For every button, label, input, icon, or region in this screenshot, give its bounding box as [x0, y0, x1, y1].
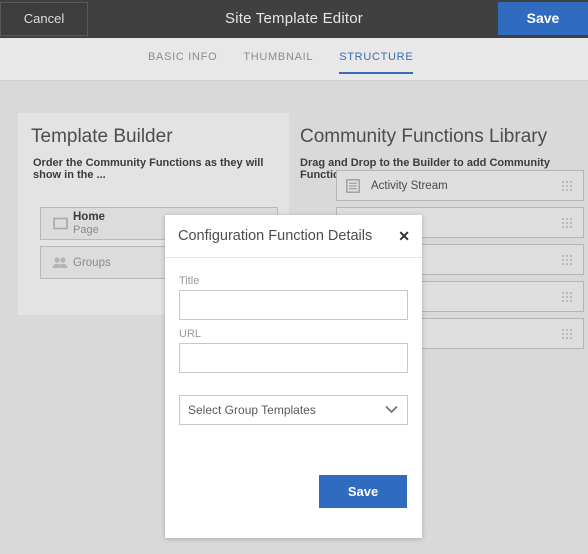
close-icon[interactable]: ✕ — [398, 229, 410, 243]
library-row-label: Activity Stream — [371, 179, 448, 192]
url-input[interactable] — [179, 343, 408, 373]
drag-handle-icon[interactable] — [562, 254, 574, 266]
tab-structure[interactable]: STRUCTURE — [339, 51, 414, 74]
tab-basic-info[interactable]: BASIC INFO — [148, 51, 217, 74]
builder-row-title: Home — [73, 210, 105, 223]
dialog-title: Configuration Function Details — [178, 228, 373, 244]
url-field-label: URL — [179, 328, 202, 340]
dialog-save-button[interactable]: Save — [319, 475, 407, 508]
drag-handle-icon[interactable] — [562, 217, 574, 229]
builder-row-text: Home Page — [73, 211, 105, 236]
drag-handle-icon[interactable] — [562, 180, 574, 192]
template-builder-title: Template Builder — [31, 126, 173, 147]
list-icon — [346, 178, 364, 193]
save-button[interactable]: Save — [498, 2, 588, 35]
library-row-activity-stream[interactable]: Activity Stream — [336, 170, 584, 201]
dialog-header: Configuration Function Details ✕ — [165, 215, 422, 258]
chevron-down-icon — [385, 401, 398, 419]
builder-row-label: Groups — [73, 256, 111, 269]
group-templates-select[interactable]: Select Group Templates — [179, 395, 408, 425]
tab-list: BASIC INFO THUMBNAIL STRUCTURE — [148, 51, 414, 74]
template-builder-subtitle: Order the Community Functions as they wi… — [33, 157, 264, 181]
library-title: Community Functions Library — [300, 126, 548, 147]
title-field-label: Title — [179, 275, 200, 287]
configuration-function-details-dialog: Configuration Function Details ✕ Title U… — [165, 215, 422, 538]
drag-handle-icon[interactable] — [562, 328, 574, 340]
drag-handle-icon[interactable] — [562, 291, 574, 303]
page-icon — [47, 217, 73, 230]
group-templates-select-label: Select Group Templates — [188, 403, 316, 417]
app-header: Cancel Site Template Editor Save — [0, 0, 588, 38]
builder-row-subtitle: Page — [73, 223, 99, 236]
title-input[interactable] — [179, 290, 408, 320]
tab-thumbnail[interactable]: THUMBNAIL — [243, 51, 313, 74]
tab-bar: BASIC INFO THUMBNAIL STRUCTURE — [0, 38, 588, 81]
groups-icon — [47, 256, 73, 269]
dialog-body: Title URL Select Group Templates — [165, 258, 422, 425]
